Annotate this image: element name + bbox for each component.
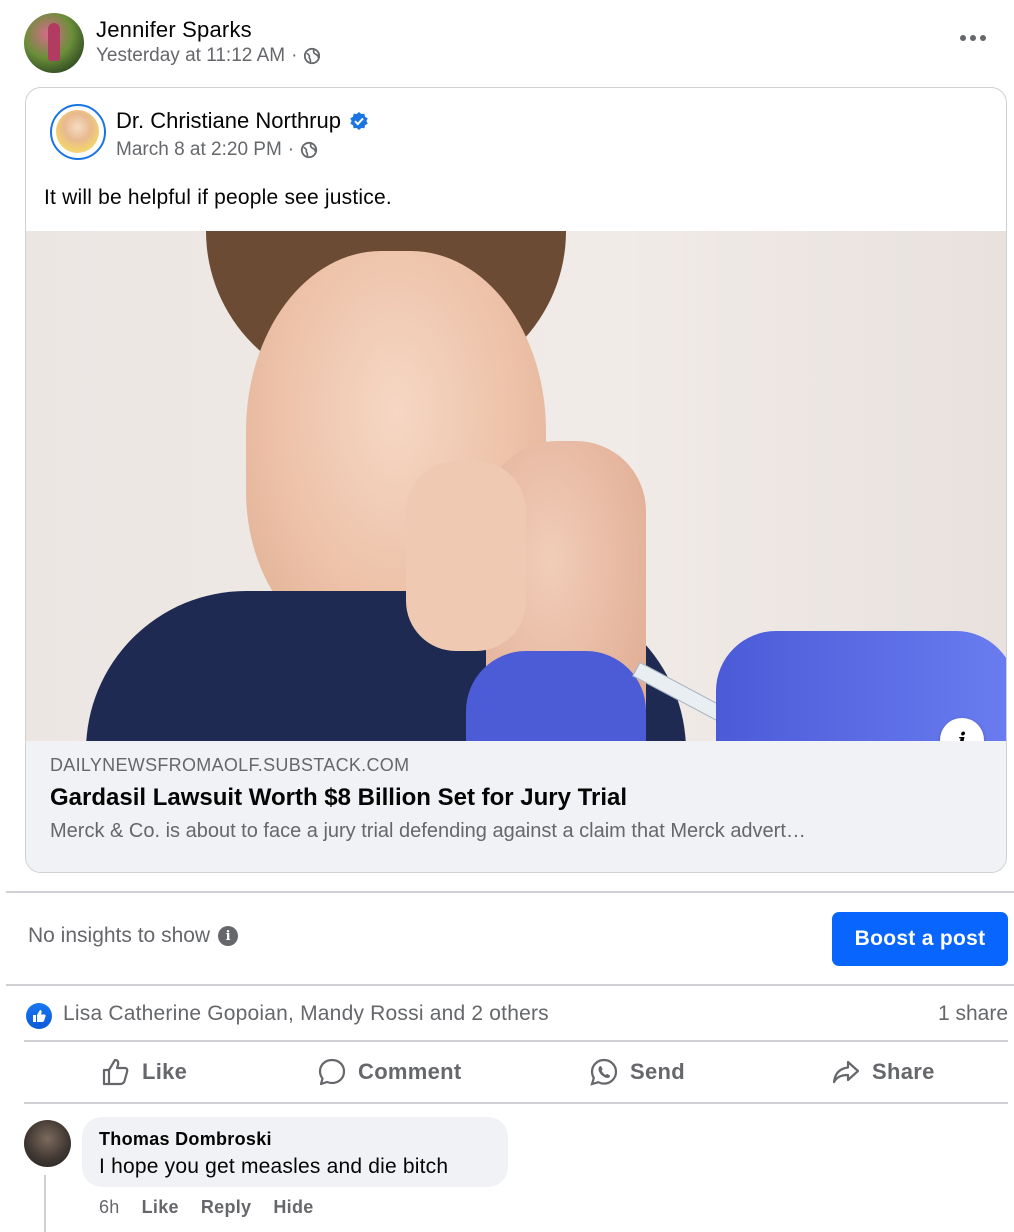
like-button[interactable]: Like <box>100 1042 187 1102</box>
shared-timestamp[interactable]: March 8 at 2:20 PM <box>116 139 282 161</box>
comment-hide-button[interactable]: Hide <box>273 1197 313 1218</box>
shared-post-header: Dr. Christiane Northrup March 8 at 2:20 … <box>50 104 970 164</box>
shared-author: Dr. Christiane Northrup <box>116 108 369 134</box>
share-count[interactable]: 1 share <box>938 1002 1008 1026</box>
divider <box>6 891 1014 893</box>
comment-label: Comment <box>358 1059 462 1084</box>
link-preview[interactable]: DAILYNEWSFROMAOLF.SUBSTACK.COM Gardasil … <box>26 741 1006 872</box>
share-label: Share <box>872 1059 935 1084</box>
post-header: Jennifer Sparks Yesterday at 11:12 AM · <box>24 12 990 74</box>
globe-icon <box>301 141 318 159</box>
like-reaction-icon[interactable] <box>26 1003 52 1029</box>
share-arrow-icon <box>832 1060 860 1084</box>
thread-line <box>44 1175 46 1232</box>
shared-author-avatar[interactable] <box>50 104 106 160</box>
commenter-avatar[interactable] <box>24 1120 71 1167</box>
post-author-name[interactable]: Jennifer Sparks <box>96 17 252 43</box>
shared-author-name[interactable]: Dr. Christiane Northrup <box>116 108 341 134</box>
send-button[interactable]: Send <box>588 1042 685 1102</box>
post-timestamp[interactable]: Yesterday at 11:12 AM <box>96 45 285 67</box>
comment-like-button[interactable]: Like <box>142 1197 179 1218</box>
thumbs-up-icon <box>102 1058 129 1086</box>
shared-post-text: It will be helpful if people see justice… <box>44 186 392 209</box>
post-actions: Like Comment Send Share <box>24 1042 1008 1102</box>
comment-text: I hope you get measles and die bitch <box>99 1155 449 1178</box>
comment-bubble: Thomas Dombroski I hope you get measles … <box>82 1117 508 1187</box>
link-preview-image[interactable] <box>26 231 1006 741</box>
globe-icon <box>304 47 321 65</box>
reactions-row: Lisa Catherine Gopoian, Mandy Rossi and … <box>26 1000 1008 1032</box>
verified-badge-icon <box>350 112 368 130</box>
shared-post-card: Dr. Christiane Northrup March 8 at 2:20 … <box>25 87 1007 873</box>
insights-row: No insights to show i Boost a post <box>28 912 1008 966</box>
whatsapp-icon <box>590 1058 618 1086</box>
comment-icon <box>318 1058 346 1086</box>
comment-button[interactable]: Comment <box>316 1042 462 1102</box>
link-domain: DAILYNEWSFROMAOLF.SUBSTACK.COM <box>50 755 410 775</box>
divider <box>6 984 1014 986</box>
info-icon[interactable]: i <box>218 926 239 946</box>
like-label: Like <box>142 1059 188 1084</box>
link-title[interactable]: Gardasil Lawsuit Worth $8 Billion Set fo… <box>50 784 627 812</box>
more-options-icon[interactable] <box>956 26 990 50</box>
comment-actions: 6h Like Reply Hide <box>99 1197 314 1218</box>
reactors-list[interactable]: Lisa Catherine Gopoian, Mandy Rossi and … <box>63 1002 549 1026</box>
comment: Thomas Dombroski I hope you get measles … <box>24 1117 1004 1232</box>
meta-separator: · <box>287 139 295 160</box>
comment-reply-button[interactable]: Reply <box>201 1197 252 1218</box>
divider <box>24 1102 1008 1104</box>
meta-separator: · <box>291 45 298 66</box>
shared-meta: March 8 at 2:20 PM · <box>116 139 318 161</box>
insights-status: No insights to show i <box>28 924 239 948</box>
share-button[interactable]: Share <box>830 1042 935 1102</box>
send-label: Send <box>630 1059 685 1084</box>
link-description: Merck & Co. is about to face a jury tria… <box>50 820 806 842</box>
no-insights-text: No insights to show <box>28 924 211 947</box>
comment-time[interactable]: 6h <box>99 1197 120 1218</box>
post-meta: Yesterday at 11:12 AM · <box>96 45 321 67</box>
boost-post-button[interactable]: Boost a post <box>832 912 1008 966</box>
commenter-name[interactable]: Thomas Dombroski <box>99 1129 272 1150</box>
author-avatar[interactable] <box>24 13 84 73</box>
